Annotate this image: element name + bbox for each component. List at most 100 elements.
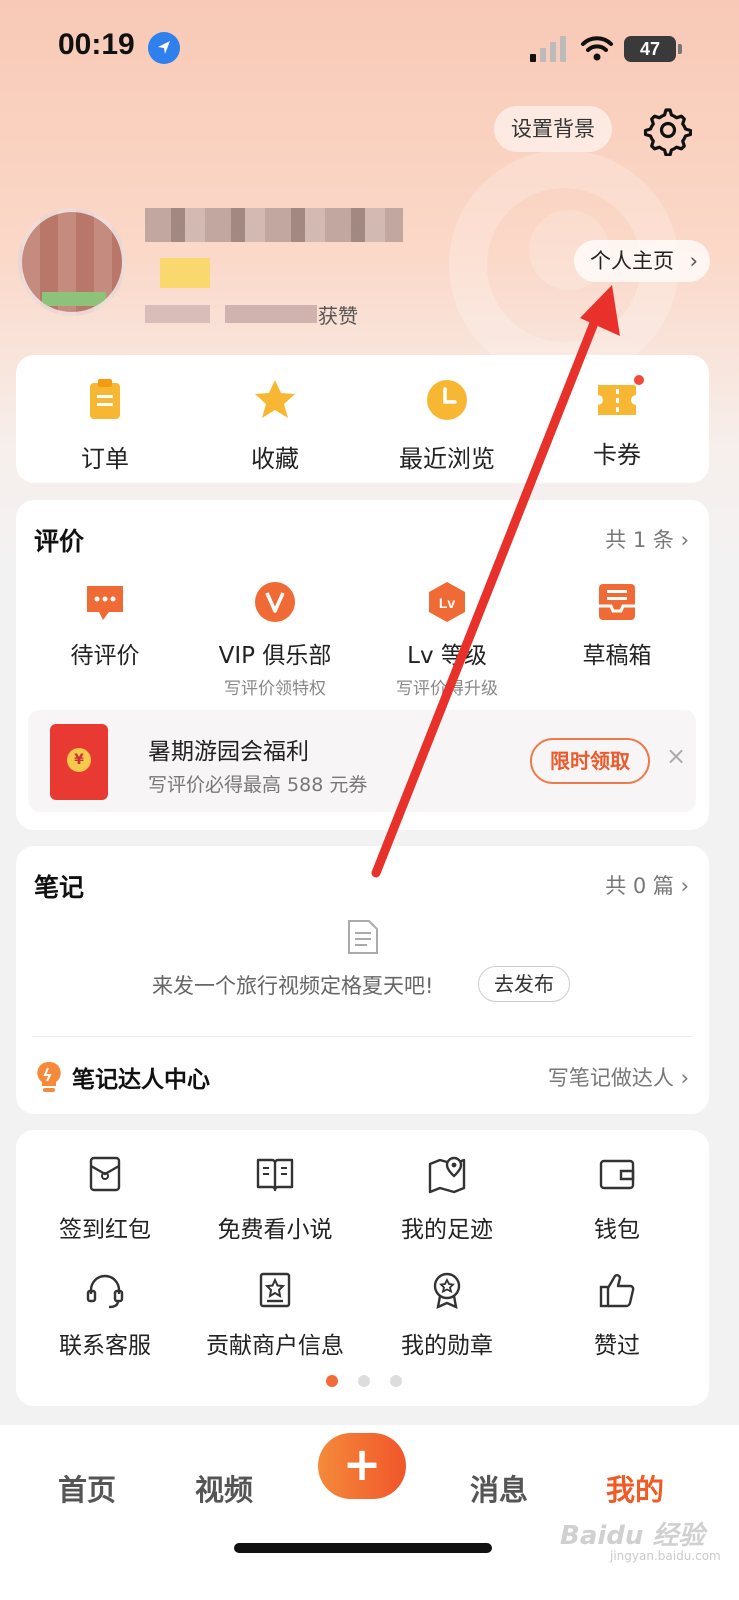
likes-stat-label: 获赞 (318, 304, 358, 328)
reviews-card: 评价 共 1 条 › 待评价 VIP 俱乐部 写评价领特权 Lv Lv 等级 写… (16, 500, 709, 830)
nav-home[interactable]: 首页 (58, 1467, 116, 1509)
nav-video[interactable]: 视频 (195, 1467, 253, 1509)
talent-link-text: 写笔记做达人 (547, 1066, 674, 1090)
svg-text:Lv: Lv (439, 595, 456, 611)
watermark: Baidu 经验 (560, 1521, 705, 1551)
watermark-url: jingyan.baidu.com (610, 1549, 721, 1563)
clock-icon (427, 380, 467, 420)
home-indicator (234, 1543, 492, 1553)
tool-label: 签到红包 (59, 1217, 151, 1243)
document-icon (348, 920, 378, 954)
status-time: 00:19 (58, 28, 135, 61)
notes-empty-prompt: 来发一个旅行视频定格夏天吧! (152, 974, 434, 998)
nav-messages[interactable]: 消息 (470, 1467, 528, 1509)
quick-action-favorites[interactable]: 收藏 (200, 377, 350, 474)
headset-icon (86, 1274, 124, 1309)
review-item-sublabel: 写评价得升级 (396, 679, 498, 699)
notes-count-link[interactable]: 共 0 篇 › (605, 870, 689, 900)
page-dot[interactable] (390, 1375, 402, 1387)
nav-mine[interactable]: 我的 (606, 1467, 664, 1509)
notification-dot (632, 373, 646, 387)
map-pin-icon (428, 1156, 466, 1194)
homepage-label: 个人主页 (590, 249, 674, 273)
summer-promo-banner[interactable]: 暑期游园会福利 写评价必得最高 588 元券 限时领取 × (28, 710, 696, 812)
signal-icon (530, 36, 566, 62)
review-item-sublabel: 写评价领特权 (224, 679, 326, 699)
reviews-title: 评价 (34, 527, 85, 556)
tool-customer-service[interactable]: 联系客服 (20, 1270, 190, 1360)
create-plus-button[interactable]: + (318, 1433, 406, 1499)
vip-icon (255, 582, 295, 622)
review-pending[interactable]: 待评价 (20, 580, 190, 670)
promo-subtitle: 写评价必得最高 588 元券 (148, 774, 368, 796)
review-item-label: VIP 俱乐部 (218, 643, 332, 669)
personal-homepage-button[interactable]: 个人主页 › (574, 240, 710, 282)
publish-button[interactable]: 去发布 (478, 966, 570, 1002)
tool-wallet[interactable]: 钱包 (532, 1154, 702, 1244)
medal-icon (433, 1272, 461, 1310)
close-icon[interactable]: × (666, 742, 686, 770)
quick-action-coupons[interactable]: 卡券 (542, 373, 692, 470)
tool-checkin-redpacket[interactable]: 签到红包 (20, 1154, 190, 1244)
stat-blurred (145, 305, 210, 323)
quick-actions-card: 订单 收藏 最近浏览 卡券 (16, 355, 709, 483)
chat-bubble-icon (87, 586, 123, 620)
stat-blurred (225, 305, 317, 323)
tools-card: 签到红包 免费看小说 我的足迹 钱包 联系客服 贡献商户信息 我的勋章 赞过 (16, 1130, 709, 1406)
tool-my-footprints[interactable]: 我的足迹 (362, 1154, 532, 1244)
quick-action-label: 收藏 (251, 445, 299, 473)
tool-contribute-merchant[interactable]: 贡献商户信息 (190, 1270, 360, 1360)
tool-label: 贡献商户信息 (206, 1333, 344, 1359)
tool-liked[interactable]: 赞过 (532, 1270, 702, 1360)
divider (32, 1036, 692, 1037)
draft-box-icon (599, 584, 635, 620)
tool-free-novels[interactable]: 免费看小说 (190, 1154, 360, 1244)
book-icon (256, 1158, 294, 1192)
review-vip-club[interactable]: VIP 俱乐部 写评价领特权 (190, 580, 360, 699)
quick-action-orders[interactable]: 订单 (30, 377, 180, 474)
user-badge-blurred (160, 258, 210, 288)
quick-action-label: 最近浏览 (399, 445, 495, 473)
order-clipboard-icon (90, 379, 120, 419)
set-background-button[interactable]: 设置背景 (494, 106, 612, 152)
gear-icon[interactable] (640, 104, 692, 156)
star-icon (255, 380, 295, 418)
tool-my-medals[interactable]: 我的勋章 (362, 1270, 532, 1360)
claim-now-button[interactable]: 限时领取 (530, 738, 650, 784)
notes-count: 共 0 篇 (605, 874, 674, 898)
tool-label: 钱包 (594, 1217, 640, 1243)
tool-label: 我的勋章 (401, 1333, 493, 1359)
quick-action-recent[interactable]: 最近浏览 (372, 377, 522, 474)
avatar[interactable] (18, 208, 126, 316)
quick-action-label: 卡券 (593, 441, 641, 469)
notes-card: 笔记 共 0 篇 › 来发一个旅行视频定格夏天吧! 去发布 笔记达人中心 写笔记… (16, 846, 709, 1114)
page-dot[interactable] (358, 1375, 370, 1387)
red-envelope-icon (89, 1156, 121, 1192)
store-info-icon (259, 1272, 291, 1308)
notes-talent-link[interactable]: 写笔记做达人 › (548, 1062, 689, 1092)
location-arrow-icon (148, 32, 180, 64)
bottom-navigation: 首页 视频 + 消息 我的 Baidu 经验 jingyan.baidu.com (0, 1425, 739, 1600)
wallet-icon (599, 1159, 635, 1190)
notes-talent-center[interactable]: 笔记达人中心 (72, 1060, 210, 1094)
promo-title: 暑期游园会福利 (148, 739, 309, 765)
review-level[interactable]: Lv Lv 等级 写评价得升级 (362, 580, 532, 699)
battery-indicator: 47 (624, 36, 682, 62)
tool-label: 我的足迹 (401, 1217, 493, 1243)
notes-title: 笔记 (34, 873, 85, 902)
username-blurred (145, 208, 403, 242)
thumbs-up-icon (599, 1274, 635, 1308)
review-item-label: Lv 等级 (407, 643, 487, 669)
reviews-count: 共 1 条 (605, 528, 674, 552)
page-indicator (326, 1372, 422, 1391)
review-drafts[interactable]: 草稿箱 (532, 580, 702, 670)
review-item-label: 草稿箱 (582, 643, 652, 669)
reviews-count-link[interactable]: 共 1 条 › (605, 524, 689, 554)
tool-label: 联系客服 (59, 1333, 151, 1359)
tool-label: 免费看小说 (217, 1217, 333, 1243)
page-dot-active[interactable] (326, 1375, 338, 1387)
chevron-right-icon: › (689, 249, 698, 273)
review-item-label: 待评价 (70, 643, 140, 669)
lightbulb-icon (37, 1061, 61, 1092)
tool-label: 赞过 (594, 1333, 640, 1359)
